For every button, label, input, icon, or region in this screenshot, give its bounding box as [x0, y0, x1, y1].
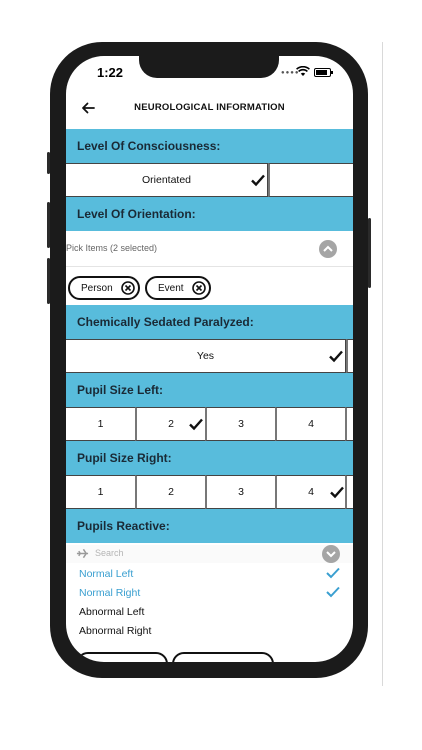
close-circle-icon[interactable]	[121, 281, 135, 295]
section-level-of-consciousness: Level Of Consciousness:	[66, 129, 353, 163]
option-abnormal-left[interactable]: Abnormal Left	[79, 606, 144, 618]
multi-select-picker[interactable]: Pick Items (2 selected)	[66, 232, 353, 267]
option-empty[interactable]	[346, 339, 353, 373]
chip-partial	[76, 652, 168, 662]
option-label: Orientated	[141, 174, 192, 186]
option-label: 3	[238, 418, 244, 430]
divider-line	[382, 42, 383, 686]
option-orientated[interactable]: Orientated	[66, 163, 268, 197]
option-overflow[interactable]	[345, 407, 353, 441]
app-screen: 1:22 ●●●● NEUROLOGICAL INFORMATION Level…	[66, 56, 353, 662]
pupil-right-option-2[interactable]: 2	[135, 475, 206, 509]
pupil-left-option-1[interactable]: 1	[66, 407, 136, 441]
airplane-icon	[76, 548, 89, 559]
checkmark-icon	[189, 418, 203, 431]
mute-switch	[47, 152, 50, 174]
section-title: Chemically Sedated Paralyzed:	[77, 315, 254, 329]
checkmark-icon	[326, 586, 340, 598]
search-bar[interactable]: Search	[66, 545, 353, 563]
pupil-left-options: 1 2 3 4	[66, 407, 353, 441]
battery-icon	[314, 68, 333, 77]
chip-label: Person	[81, 283, 113, 294]
section-title: Level Of Orientation:	[77, 207, 196, 221]
section-pupils-reactive: Pupils Reactive:	[66, 509, 353, 543]
chevron-down-icon[interactable]	[322, 545, 340, 563]
selected-chips-partial	[66, 650, 353, 662]
picker-text: Pick Items (2 selected)	[66, 243, 158, 253]
option-yes[interactable]: Yes	[66, 339, 346, 373]
close-circle-icon[interactable]	[192, 281, 206, 295]
notch	[139, 56, 279, 78]
section-chemically-sedated-paralyzed: Chemically Sedated Paralyzed:	[66, 305, 353, 339]
pupil-right-option-4[interactable]: 4	[275, 475, 346, 509]
chip-event: Event	[145, 276, 211, 300]
section-title: Pupil Size Left:	[77, 383, 164, 397]
section-title: Pupil Size Right:	[77, 451, 172, 465]
consciousness-options: Orientated	[66, 163, 353, 197]
selected-chips: Person Event	[66, 276, 353, 304]
checkmark-icon	[329, 350, 343, 363]
top-bar: NEUROLOGICAL INFORMATION	[66, 90, 353, 128]
section-title: Level Of Consciousness:	[77, 139, 221, 153]
chevron-up-icon[interactable]	[319, 240, 337, 258]
sedated-options: Yes	[66, 339, 353, 373]
section-level-of-orientation: Level Of Orientation:	[66, 197, 353, 231]
chip-label: Event	[158, 283, 184, 294]
chip-person: Person	[68, 276, 140, 300]
system-icons: ●●●●	[281, 66, 335, 78]
pupil-left-option-2[interactable]: 2	[135, 407, 206, 441]
option-label: Yes	[196, 350, 215, 362]
status-bar: 1:22 ●●●●	[66, 56, 353, 90]
volume-up-button	[47, 202, 50, 248]
option-normal-right[interactable]: Normal Right	[79, 587, 140, 599]
option-abnormal-right[interactable]: Abnormal Right	[79, 625, 151, 637]
option-empty[interactable]	[268, 163, 353, 197]
pupil-right-option-1[interactable]: 1	[66, 475, 136, 509]
option-normal-left[interactable]: Normal Left	[79, 568, 133, 580]
wifi-icon	[296, 66, 310, 76]
checkmark-icon	[326, 567, 340, 579]
power-button	[368, 218, 371, 288]
checkmark-icon	[330, 486, 344, 499]
option-label: 2	[168, 486, 174, 498]
search-placeholder: Search	[95, 548, 124, 558]
page-title: NEUROLOGICAL INFORMATION	[134, 102, 285, 113]
pupil-left-option-3[interactable]: 3	[205, 407, 276, 441]
status-time: 1:22	[97, 65, 124, 80]
pupil-left-option-4[interactable]: 4	[275, 407, 346, 441]
option-label: 4	[308, 418, 314, 430]
volume-down-button	[47, 258, 50, 304]
chip-partial	[172, 652, 274, 662]
option-label: 1	[97, 486, 104, 498]
option-label: 3	[238, 486, 244, 498]
checkmark-icon	[251, 174, 265, 187]
section-pupil-size-left: Pupil Size Left:	[66, 373, 353, 407]
pupil-right-options: 1 2 3 4	[66, 475, 353, 509]
section-pupil-size-right: Pupil Size Right:	[66, 441, 353, 475]
section-title: Pupils Reactive:	[77, 519, 170, 533]
option-label: 1	[97, 418, 104, 430]
pupil-right-option-3[interactable]: 3	[205, 475, 276, 509]
option-overflow[interactable]	[345, 475, 353, 509]
